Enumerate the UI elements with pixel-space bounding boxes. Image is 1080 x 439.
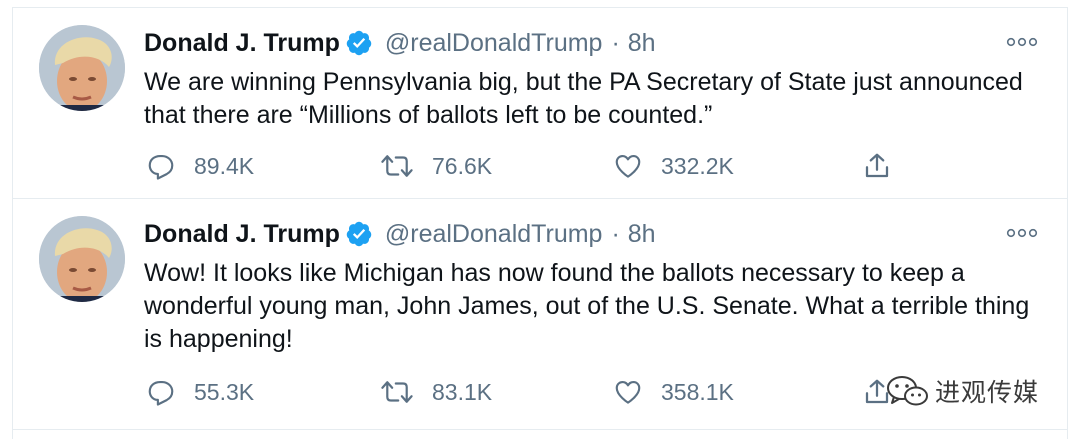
- heart-icon: [615, 380, 641, 404]
- retweet-count: 76.6K: [432, 152, 493, 179]
- watermark-text: 进观传媒: [935, 378, 1040, 407]
- retweet-count: 83.1K: [432, 378, 493, 405]
- separator-dot: ·: [611, 219, 620, 248]
- wechat-icon: [887, 376, 928, 406]
- avatar[interactable]: [39, 25, 125, 111]
- more-options-icon[interactable]: [1005, 225, 1039, 241]
- retweet-icon: [381, 155, 413, 177]
- retweet-button[interactable]: 83.1K: [380, 375, 492, 409]
- like-button[interactable]: 358.1K: [613, 375, 734, 409]
- reply-count: 89.4K: [194, 152, 255, 179]
- watermark: 进观传媒: [885, 373, 1039, 409]
- tweet-header: Donald J. Trump @realDonaldTrump · 8h: [144, 26, 656, 60]
- retweet-button[interactable]: 76.6K: [380, 149, 492, 183]
- like-count: 332.2K: [661, 152, 734, 179]
- share-icon: [865, 153, 889, 178]
- verified-badge-icon: [346, 30, 372, 56]
- tweet-header: Donald J. Trump @realDonaldTrump · 8h: [144, 217, 656, 251]
- tweet-time[interactable]: 8h: [628, 29, 656, 58]
- author-name[interactable]: Donald J. Trump: [144, 220, 340, 249]
- profile-photo-icon: [39, 216, 125, 302]
- heart-icon: [615, 154, 641, 178]
- like-button[interactable]: 332.2K: [613, 149, 734, 183]
- reply-icon: [148, 154, 174, 180]
- reply-icon: [148, 380, 174, 406]
- separator-dot: ·: [611, 28, 620, 57]
- tweet[interactable]: Donald J. Trump @realDonaldTrump · 8h We…: [13, 8, 1067, 199]
- reply-button[interactable]: 55.3K: [146, 375, 254, 409]
- tweet-text: We are winning Pennsylvania big, but the…: [144, 68, 1023, 129]
- more-options-icon[interactable]: [1005, 34, 1039, 50]
- reply-button[interactable]: 89.4K: [146, 149, 254, 183]
- author-handle[interactable]: @realDonaldTrump: [385, 220, 603, 249]
- author-handle[interactable]: @realDonaldTrump: [385, 29, 603, 58]
- author-name[interactable]: Donald J. Trump: [144, 29, 340, 58]
- tweet-text: Wow! It looks like Michigan has now foun…: [144, 259, 1030, 353]
- reply-count: 55.3K: [194, 378, 255, 405]
- tweet-actions: 55.3K 83.1K 358.1K: [144, 375, 944, 409]
- retweet-icon: [381, 381, 413, 403]
- tweet-actions: 89.4K 76.6K 332.2K: [144, 149, 944, 183]
- share-button[interactable]: [862, 149, 910, 183]
- profile-photo-icon: [39, 25, 125, 111]
- verified-badge-icon: [346, 221, 372, 247]
- avatar[interactable]: [39, 216, 125, 302]
- like-count: 358.1K: [661, 378, 734, 405]
- tweet-time[interactable]: 8h: [628, 220, 656, 249]
